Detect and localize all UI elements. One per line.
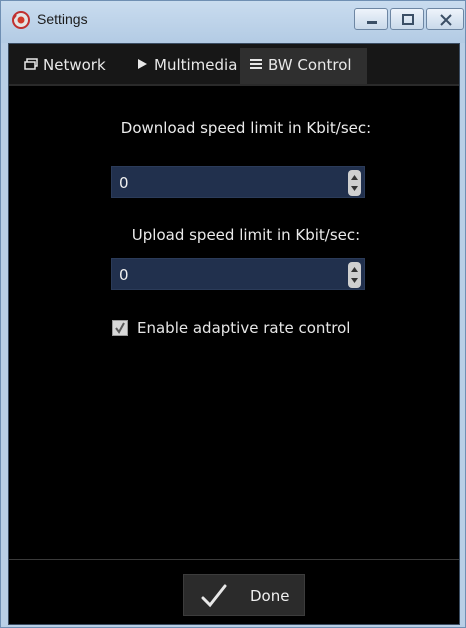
window-title: Settings bbox=[37, 11, 88, 27]
close-button[interactable] bbox=[426, 8, 464, 30]
download-limit-spinbox[interactable]: 0 bbox=[111, 166, 365, 198]
settings-panel: Network Multimedia BW Control Download s… bbox=[8, 43, 460, 625]
tab-divider bbox=[9, 84, 459, 86]
adaptive-rate-label: Enable adaptive rate control bbox=[137, 319, 351, 337]
upload-spin-arrows[interactable] bbox=[348, 262, 361, 288]
upload-limit-value[interactable]: 0 bbox=[119, 266, 129, 284]
checkmark-icon bbox=[201, 584, 227, 612]
tab-multimedia-label: Multimedia bbox=[154, 56, 238, 74]
maximize-button[interactable] bbox=[390, 8, 424, 30]
menu-lines-icon bbox=[248, 48, 264, 82]
spin-up-down-icon bbox=[351, 175, 358, 191]
spin-up-down-icon bbox=[351, 267, 358, 283]
tab-network-label: Network bbox=[43, 56, 106, 74]
done-label: Done bbox=[250, 587, 290, 605]
download-limit-label: Download speed limit in Kbit/sec: bbox=[120, 119, 372, 137]
upload-limit-spinbox[interactable]: 0 bbox=[111, 258, 365, 290]
minimize-icon bbox=[367, 21, 377, 24]
tab-bar: Network Multimedia BW Control bbox=[9, 44, 459, 84]
done-button[interactable]: Done bbox=[183, 574, 305, 616]
close-icon bbox=[440, 14, 452, 26]
play-icon bbox=[134, 48, 150, 82]
checkmark-icon bbox=[115, 322, 125, 334]
footer-divider bbox=[9, 559, 459, 560]
title-bar[interactable]: Settings bbox=[1, 1, 465, 43]
window-icon bbox=[23, 48, 39, 82]
upload-limit-label: Upload speed limit in Kbit/sec: bbox=[131, 226, 361, 244]
tab-bw-control[interactable]: BW Control bbox=[240, 48, 367, 84]
settings-window: Settings Network Multimedia BW Control D… bbox=[0, 0, 466, 628]
minimize-button[interactable] bbox=[354, 8, 388, 30]
adaptive-rate-checkbox[interactable] bbox=[112, 320, 128, 336]
settings-app-icon bbox=[11, 10, 31, 30]
download-spin-arrows[interactable] bbox=[348, 170, 361, 196]
tab-network[interactable]: Network bbox=[15, 48, 135, 84]
tab-multimedia[interactable]: Multimedia bbox=[126, 48, 250, 84]
tab-bw-control-label: BW Control bbox=[268, 56, 352, 74]
maximize-icon bbox=[402, 14, 414, 25]
download-limit-value[interactable]: 0 bbox=[119, 174, 129, 192]
